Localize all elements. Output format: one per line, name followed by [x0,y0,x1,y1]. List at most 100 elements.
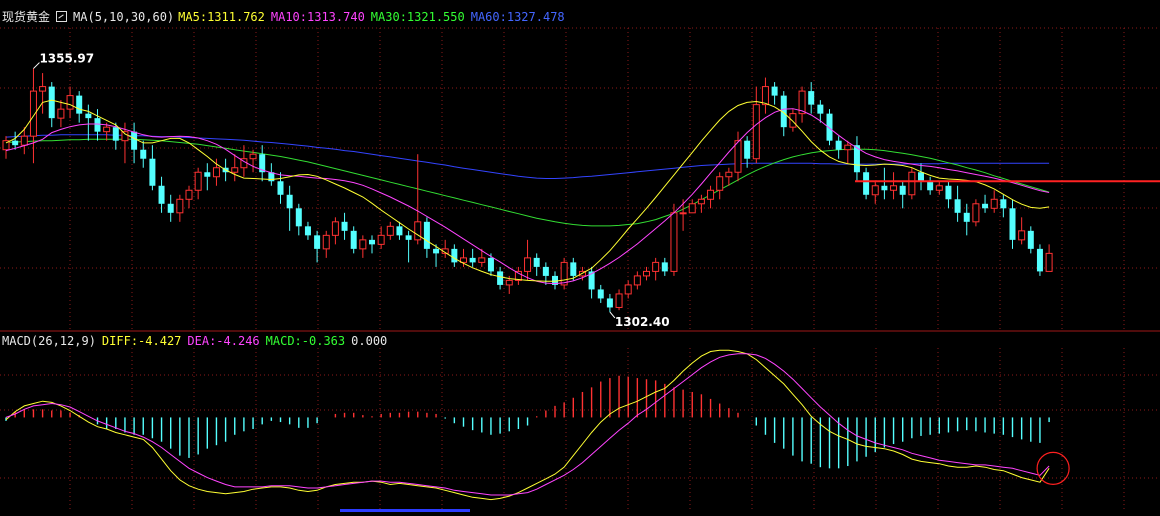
candle-body-up [652,261,660,272]
candle-body-down [433,248,440,254]
zero-value: 0.000 [351,334,388,348]
candle-body-down [469,257,476,263]
candle-body-down [744,140,751,159]
high-price-label: 1355.97 [39,52,94,66]
candle-body-down [204,172,211,177]
candle-body-down [817,104,824,114]
low-price-label: 1302.40 [615,315,670,329]
chart-stage: 1355.97 1302.40 [0,0,1160,512]
candle-body-up [679,212,687,215]
candle-body-down [85,113,92,119]
candle-body-down [661,262,668,272]
candle-body-down [982,203,989,209]
candle-body-up [414,221,422,241]
candle-body-down [304,226,311,236]
candle-body-up [990,198,998,209]
candle-body-down [295,208,302,227]
candle-body-down [158,185,165,204]
candle-body-up [908,171,916,196]
candle-body-down [570,262,577,276]
candle-body-down [863,172,870,195]
candle-body-up [176,198,184,214]
candle-body-down [341,221,348,231]
candle-body-up [20,135,28,146]
candle-body-down [597,289,604,299]
candle-body-up [670,212,678,272]
candle-body-down [771,86,778,96]
candle-body-up [121,131,129,142]
candle-body-up [66,95,74,110]
candle-body-up [185,189,193,200]
candle-body-up [725,171,733,178]
candle-body-up [560,261,568,286]
macd-indicator-header: MACD(26,12,9) DIFF:-4.427 DEA:-4.246 MACD:-… [2,334,393,348]
ma60-line [5,134,1050,179]
candle-body-down [167,203,174,213]
candle-body-up [624,284,632,295]
main-indicator-header: 现货黄金 MA(5,10,30,60) MA5:1311.762 MA10:1313.… [2,10,571,24]
candle-body-up [103,126,111,133]
candle-body-down [277,181,284,195]
candle-body-down [1000,199,1007,209]
candle-body-up [1018,230,1026,241]
candle-body-down [487,257,494,272]
candle-body-up [761,86,769,106]
grid-layer [0,27,1160,510]
candle-body-down [542,266,549,276]
candle-body-down [1027,230,1034,249]
candle-body-down [423,221,430,249]
candle-body-down [350,230,357,249]
candle-body-up [752,104,760,160]
candle-body-up [331,221,339,236]
candle-body-down [497,271,504,285]
candle-layer [2,68,1053,312]
candle-body-up [890,185,898,191]
candle-body-up [524,257,532,272]
candle-body-up [39,86,47,92]
candle-body-up [643,270,650,277]
candle-body-down [369,239,375,245]
ma60-value: MA60:1327.478 [470,10,565,24]
candle-body-down [1009,208,1016,240]
candle-body-up [935,185,943,191]
candle-body-down [533,257,540,267]
candle-body-up [194,171,202,191]
candle-body-down [396,226,403,236]
candle-body-up [697,198,705,205]
candle-body-down [1036,248,1043,272]
candle-body-down [826,113,833,141]
candle-body-down [314,235,321,249]
candle-body-down [899,185,906,195]
ma30-layer [5,138,1050,227]
candle-body-up [386,225,394,236]
ma10-value: MA10:1313.740 [270,10,365,24]
candle-body-up [716,176,724,191]
candle-body-down [131,131,138,150]
chart-toggle-icon[interactable] [56,11,68,22]
candle-body-down [927,181,934,191]
candle-body-up [377,234,385,245]
diff-value: DIFF:-4.427 [101,334,182,348]
candle-body-up [844,144,852,151]
ma-params-label[interactable]: MA(5,10,30,60) [73,10,174,24]
macd-value: MACD:-0.363 [265,334,346,348]
candle-body-up [972,203,980,223]
candle-body-down [405,235,412,240]
ma30-value: MA30:1321.550 [370,10,465,24]
ma5-value: MA5:1311.762 [178,10,265,24]
candle-body-up [212,167,220,178]
ma60-layer [5,134,1050,179]
instrument-name[interactable]: 现货黄金 [2,10,50,24]
highlight-circle [1036,451,1070,485]
candle-body-up [478,257,486,263]
macd-params-label[interactable]: MACD(26,12,9) [2,334,96,348]
candle-body-up [231,167,239,173]
candle-body-up [633,275,641,286]
candle-body-up [734,140,742,173]
candle-body-down [112,127,119,141]
candle-body-up [322,234,330,250]
candle-body-up [871,185,879,196]
candle-body-up [707,189,715,200]
candle-body-down [808,91,815,105]
candle-body-up [249,153,257,160]
